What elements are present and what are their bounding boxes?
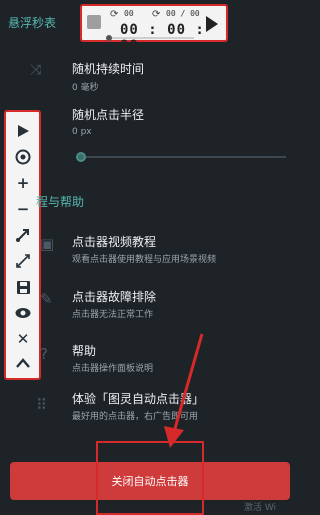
random-radius-title: 随机点击半径 — [72, 108, 145, 122]
random-duration-value: 0 毫秒 — [72, 83, 99, 93]
floating-toolbar[interactable]: + − ✕ — [4, 110, 41, 380]
section-title-help: 程与帮助 — [36, 195, 85, 209]
repeat-icon: ⟳ — [110, 9, 119, 20]
floating-timer-widget[interactable]: ⟳ 00 ⟳ 00 / 00 00 : 00 : 00 — [80, 4, 228, 54]
activation-watermark: 激活 Wi — [244, 503, 277, 513]
play-button[interactable] — [206, 16, 218, 32]
close-icon[interactable]: ✕ — [12, 328, 34, 350]
play-icon[interactable] — [12, 120, 34, 142]
troubleshoot-subtitle: 点击器无法正常工作 — [72, 310, 154, 320]
radius-slider[interactable] — [78, 156, 286, 158]
shuffle-icon: ⤨ — [30, 62, 42, 78]
help-title[interactable]: 帮助 — [72, 342, 96, 359]
chevron-up-icon[interactable] — [12, 352, 34, 374]
video-tutorial-subtitle: 观看点击器使用教程与应用场景视频 — [72, 255, 217, 265]
radius-slider-thumb[interactable] — [76, 152, 86, 162]
timer-progress[interactable] — [106, 35, 194, 41]
shrink-icon[interactable] — [12, 250, 34, 272]
highlight-box — [96, 441, 204, 515]
minus-icon[interactable]: − — [12, 198, 34, 220]
stop-button[interactable] — [87, 15, 101, 29]
video-icon: ▣ — [40, 235, 55, 253]
wrench-icon: ✎ — [40, 290, 53, 308]
help-icon: ? — [40, 345, 48, 363]
target-icon[interactable] — [12, 146, 34, 168]
plus-icon[interactable]: + — [12, 172, 34, 194]
troubleshoot-title[interactable]: 点击器故障排除 — [72, 288, 156, 305]
section-title-floating-stopwatch: 悬浮秒表 — [8, 16, 57, 30]
random-duration-title[interactable]: 随机持续时间 — [72, 60, 144, 77]
save-icon[interactable] — [12, 276, 34, 298]
video-tutorial-title[interactable]: 点击器视频教程 — [72, 233, 156, 250]
eye-icon[interactable] — [12, 302, 34, 324]
swipe-icon[interactable] — [12, 224, 34, 246]
app-grid-icon: ⠿ — [36, 396, 47, 414]
repeat-icon: ⟳ — [152, 9, 161, 20]
annotation-arrow — [164, 333, 204, 448]
random-radius-value: 0 px — [72, 127, 92, 137]
progress-thumb[interactable] — [106, 35, 112, 41]
help-subtitle: 点击器操作面板说明 — [72, 364, 154, 374]
loop-count: 00 — [124, 9, 134, 18]
loop-limit: 00 / 00 — [166, 9, 200, 18]
